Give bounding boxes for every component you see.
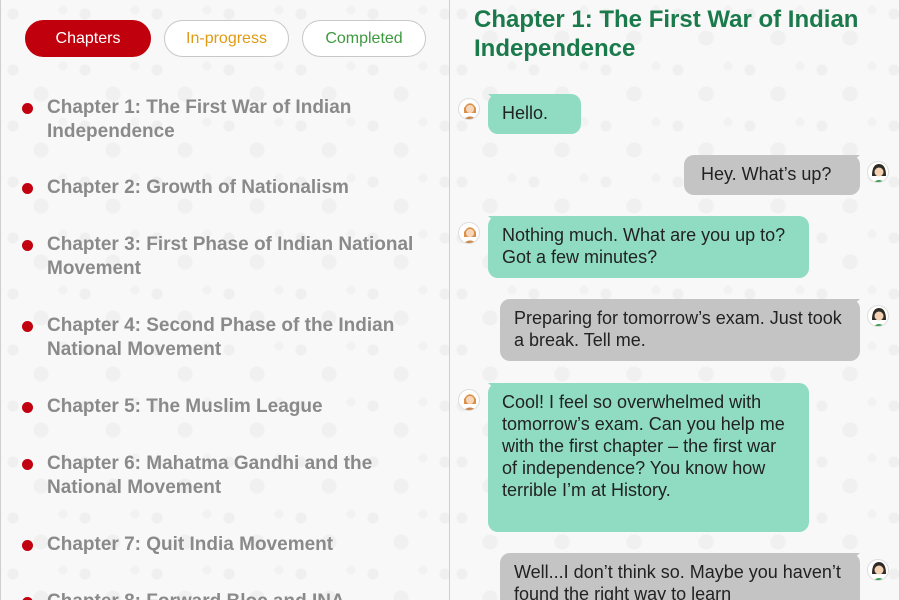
chapter-item-2[interactable]: Chapter 2: Growth of Nationalism xyxy=(22,176,349,200)
message-bubble-received: Cool! I feel so overwhelmed with tomorro… xyxy=(488,383,809,532)
filter-tabs: Chapters In-progress Completed xyxy=(25,20,426,57)
bullet-icon xyxy=(22,459,33,470)
message-bubble-sent: Preparing for tomorrow’s exam. Just took… xyxy=(500,299,860,361)
message-bubble-sent: Hey. What’s up? xyxy=(684,155,860,195)
chapter-title: Chapter 2: Growth of Nationalism xyxy=(47,177,349,198)
message-text: Nothing much. What are you up to? Got a … xyxy=(502,225,786,267)
message-text: Hello. xyxy=(502,103,549,123)
avatar-icon xyxy=(867,559,889,581)
tab-in-progress[interactable]: In-progress xyxy=(164,20,289,57)
bullet-icon xyxy=(22,103,33,114)
chapter-title: Chapter 7: Quit India Movement xyxy=(47,534,334,555)
avatar-icon xyxy=(867,305,889,327)
avatar-icon xyxy=(458,389,480,411)
chapter-item-4[interactable]: Chapter 4: Second Phase of the Indian Na… xyxy=(22,314,432,362)
chapter-title: Chapter 3: First Phase of Indian Nationa… xyxy=(47,234,414,279)
chapter-item-3[interactable]: Chapter 3: First Phase of Indian Nationa… xyxy=(22,233,432,281)
avatar-icon xyxy=(458,98,480,120)
bullet-icon xyxy=(22,540,33,551)
chapter-panel: Chapters In-progress Completed Chapter 1… xyxy=(0,0,450,600)
message-bubble-received: Hello. xyxy=(488,94,581,134)
bullet-icon xyxy=(22,183,33,194)
chapter-title: Chapter 1: The First War of Indian Indep… xyxy=(47,97,352,142)
chapter-title: Chapter 8: Forward Bloc and INA xyxy=(47,590,345,600)
bullet-icon xyxy=(22,321,33,332)
chapter-item-6[interactable]: Chapter 6: Mahatma Gandhi and the Nation… xyxy=(22,452,432,500)
chapter-title: Chapter 5: The Muslim League xyxy=(47,396,323,417)
chat-panel: Chapter 1: The First War of Indian Indep… xyxy=(450,0,900,600)
chapter-item-1[interactable]: Chapter 1: The First War of Indian Indep… xyxy=(22,96,432,144)
chapter-title: Chapter 6: Mahatma Gandhi and the Nation… xyxy=(47,453,373,498)
chapter-item-5[interactable]: Chapter 5: The Muslim League xyxy=(22,395,323,419)
message-bubble-sent: Well...I don’t think so. Maybe you haven… xyxy=(500,553,860,600)
message-text: Cool! I feel so overwhelmed with tomorro… xyxy=(502,392,785,500)
bullet-icon xyxy=(22,402,33,413)
app: Chapters In-progress Completed Chapter 1… xyxy=(0,0,900,600)
bullet-icon xyxy=(22,240,33,251)
message-text: Hey. What’s up? xyxy=(701,164,832,184)
chat-title: Chapter 1: The First War of Indian Indep… xyxy=(474,6,859,62)
tab-completed[interactable]: Completed xyxy=(302,20,426,57)
chapter-title: Chapter 4: Second Phase of the Indian Na… xyxy=(47,315,395,360)
chapter-item-8[interactable]: Chapter 8: Forward Bloc and INA xyxy=(22,590,345,600)
tab-chapters[interactable]: Chapters xyxy=(25,20,151,57)
message-bubble-received: Nothing much. What are you up to? Got a … xyxy=(488,216,809,278)
avatar-icon xyxy=(458,222,480,244)
chapter-item-7[interactable]: Chapter 7: Quit India Movement xyxy=(22,533,333,557)
avatar-icon xyxy=(867,161,889,183)
message-text: Well...I don’t think so. Maybe you haven… xyxy=(514,562,841,600)
message-text: Preparing for tomorrow’s exam. Just took… xyxy=(514,308,842,350)
